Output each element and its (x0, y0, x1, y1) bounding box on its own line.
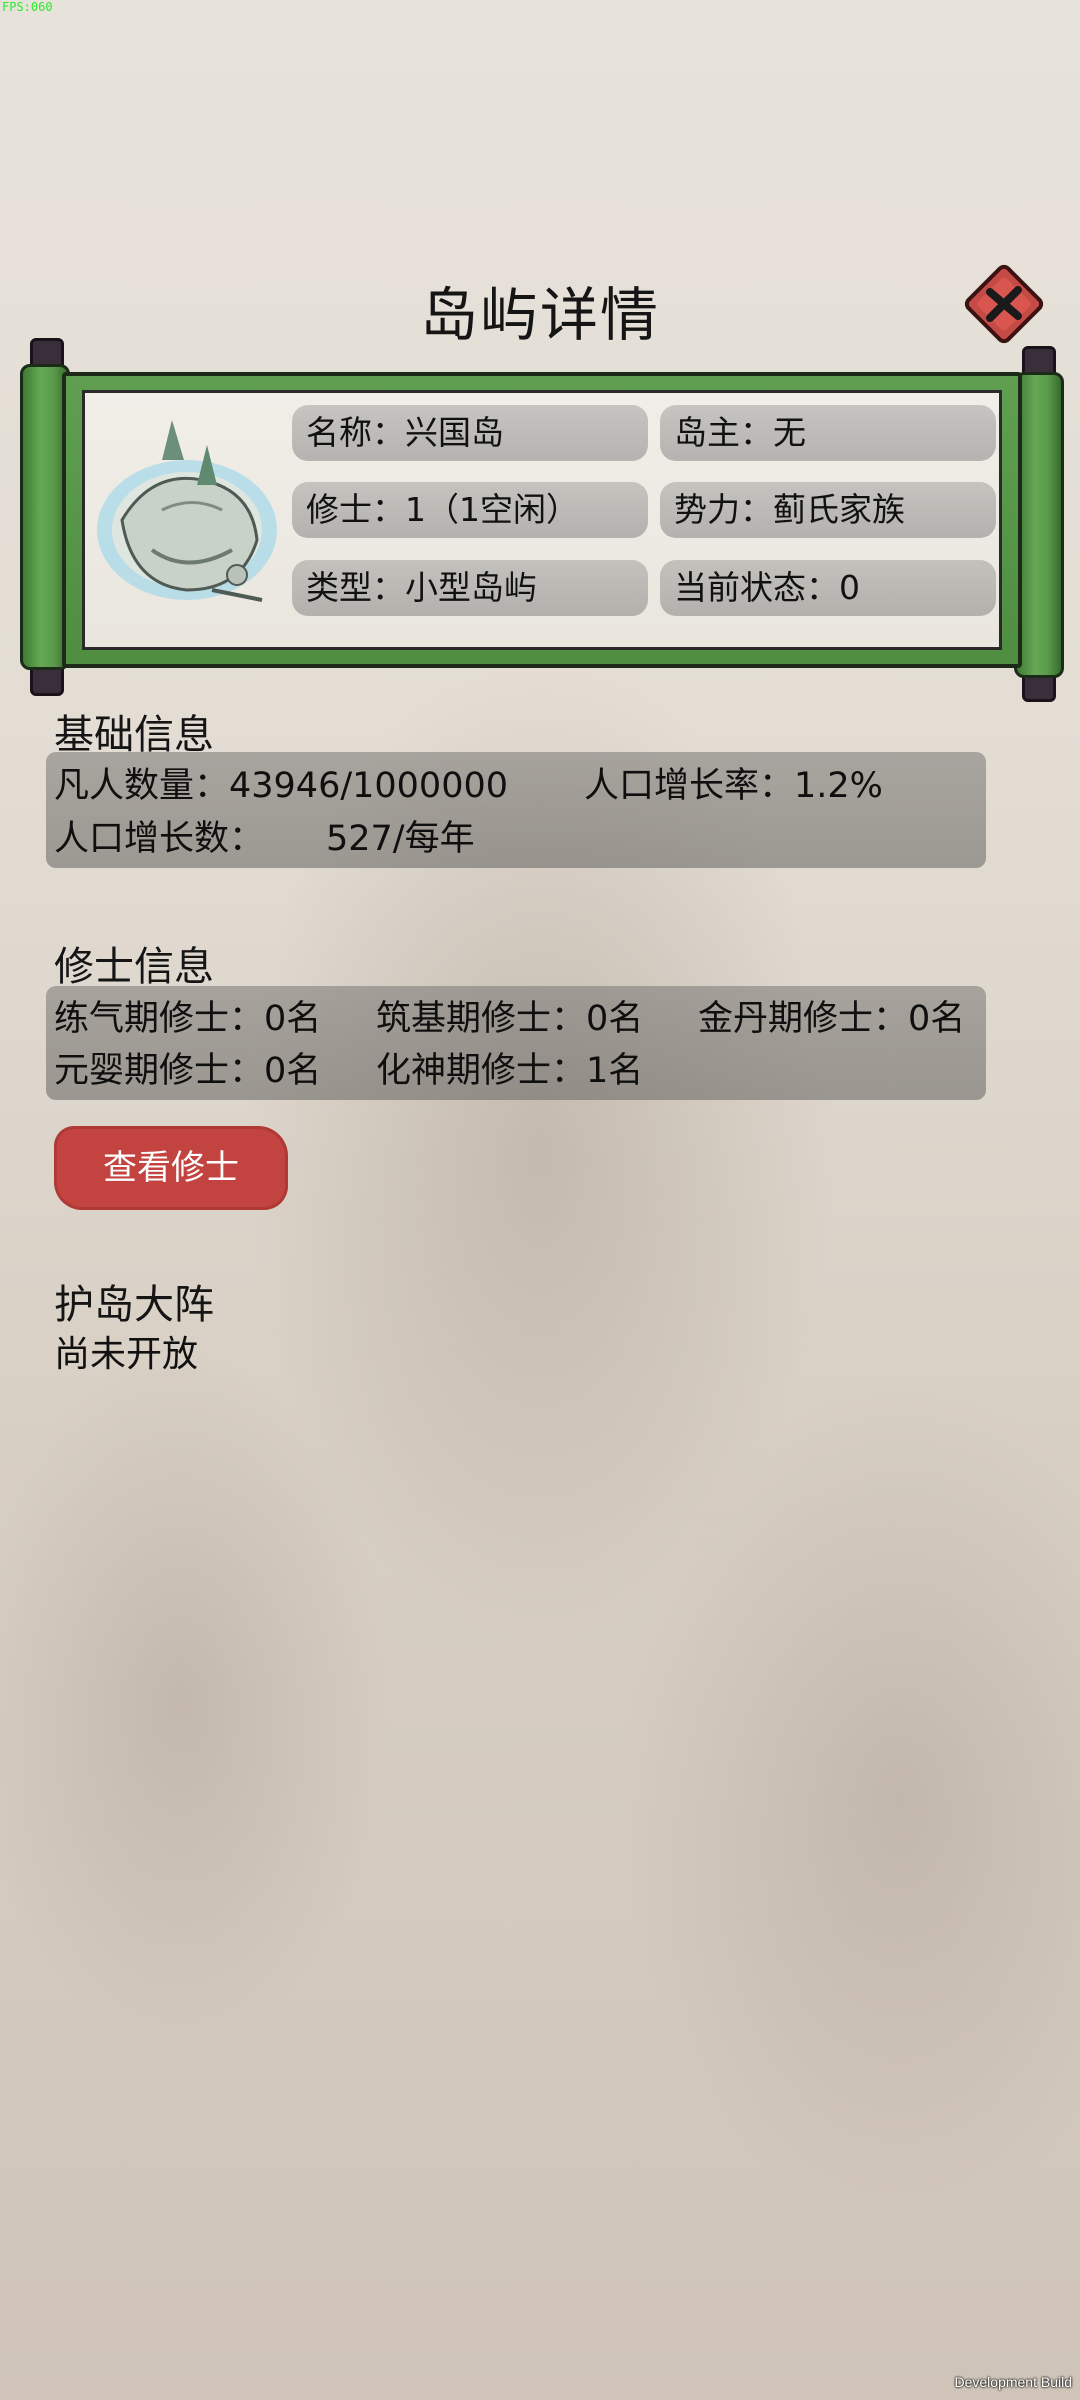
island-status-field: 当前状态：0 (660, 560, 996, 616)
fps-counter: FPS:060 (2, 0, 53, 14)
formation-title: 护岛大阵 (54, 1282, 214, 1328)
population-count: 凡人数量：43946/1000000 (54, 766, 509, 806)
golden-core-count: 金丹期修士：0名 (698, 999, 966, 1039)
floating-island-icon (97, 420, 277, 602)
island-type-field: 类型：小型岛屿 (292, 560, 648, 616)
nascent-soul-count: 元婴期修士：0名 (54, 1051, 322, 1091)
spirit-severing-count: 化神期修士：1名 (376, 1051, 644, 1091)
page-title: 岛屿详情 (419, 281, 660, 349)
cultivator-info-title: 修士信息 (54, 944, 214, 990)
formation-status: 尚未开放 (54, 1334, 199, 1375)
close-button[interactable] (962, 262, 1046, 346)
island-owner-field: 岛主：无 (660, 405, 996, 461)
foundation-count: 筑基期修士：0名 (376, 999, 644, 1039)
development-build-label: Development Build (954, 2374, 1072, 2390)
view-cultivators-button[interactable]: 查看修士 (54, 1126, 288, 1210)
population-growth-value: 527/每年 (326, 819, 475, 859)
close-x-icon (964, 264, 1044, 344)
population-growth-rate: 人口增长率：1.2% (584, 766, 883, 806)
qi-refining-count: 练气期修士：0名 (54, 999, 322, 1039)
island-name-field: 名称：兴国岛 (292, 405, 648, 461)
island-faction-field: 势力：蓟氏家族 (660, 482, 996, 538)
island-cultivators-field: 修士：1（1空闲） (292, 482, 648, 538)
population-growth-label: 人口增长数： (54, 819, 265, 859)
